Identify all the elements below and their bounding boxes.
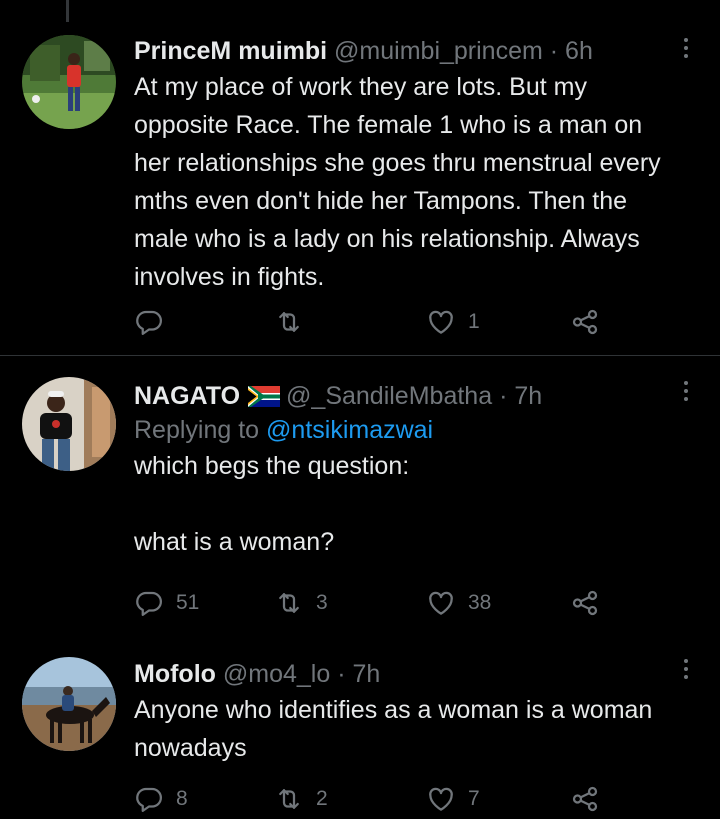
user-handle[interactable]: @mo4_lo <box>223 660 330 688</box>
action-bar: 8 2 7 <box>134 779 614 819</box>
replying-to: Replying to @ntsikimazwai <box>134 413 680 447</box>
tweet-text: Anyone who identifies as a woman is a wo… <box>134 696 660 762</box>
heart-icon <box>429 310 453 334</box>
retweet-count: 3 <box>316 591 328 614</box>
heart-icon <box>429 591 453 615</box>
separator-dot: · <box>499 382 508 410</box>
retweet-button[interactable] <box>274 302 316 342</box>
timestamp[interactable]: 7h <box>352 660 380 688</box>
tweet-text: which begs the question: what is a woman… <box>134 452 410 556</box>
retweet-button[interactable]: 2 <box>274 779 328 819</box>
reply-button[interactable]: 8 <box>134 779 188 819</box>
more-options-icon[interactable] <box>682 38 690 60</box>
share-button[interactable] <box>570 302 600 342</box>
tweet[interactable]: NAGATO @_SandileMbatha · 7h Replying to … <box>0 357 720 645</box>
action-bar: 1 <box>134 302 614 342</box>
replying-to-label: Replying to <box>134 416 260 444</box>
reply-button[interactable]: 51 <box>134 583 199 623</box>
share-button[interactable] <box>570 779 600 819</box>
timestamp[interactable]: 7h <box>514 382 542 410</box>
tweet[interactable]: PrinceM muimbi @muimbi_princem · 6h At m… <box>0 0 720 356</box>
retweet-icon <box>279 593 299 613</box>
share-icon <box>572 590 598 616</box>
like-button[interactable]: 7 <box>426 779 480 819</box>
separator-dot: · <box>549 37 559 65</box>
retweet-button[interactable]: 3 <box>274 583 328 623</box>
reply-button[interactable] <box>134 302 176 342</box>
reply-icon <box>136 591 162 616</box>
display-name[interactable]: PrinceM muimbi <box>134 37 327 65</box>
reply-count: 51 <box>176 591 200 614</box>
heart-icon <box>429 787 453 811</box>
reply-icon <box>136 310 162 335</box>
separator-dot: · <box>337 660 346 688</box>
south-africa-flag-icon <box>248 386 281 407</box>
like-button[interactable]: 38 <box>426 583 491 623</box>
avatar[interactable] <box>22 657 116 751</box>
share-icon <box>572 309 598 335</box>
like-count: 38 <box>468 591 492 614</box>
reply-count: 8 <box>176 787 188 810</box>
tweet-header: Mofolo @mo4_lo · 7h <box>134 657 680 691</box>
share-button[interactable] <box>570 583 600 623</box>
user-handle[interactable]: @_SandileMbatha <box>286 382 492 410</box>
display-name[interactable]: Mofolo <box>134 660 216 688</box>
user-handle[interactable]: @muimbi_princem <box>334 37 543 65</box>
retweet-icon <box>279 312 299 332</box>
retweet-icon <box>279 789 299 809</box>
retweet-count: 2 <box>316 787 328 810</box>
reply-icon <box>136 787 162 812</box>
tweet[interactable]: Mofolo @mo4_lo · 7h Anyone who identifie… <box>0 645 720 819</box>
tweet-text: At my place of work they are lots. But m… <box>134 73 668 291</box>
avatar[interactable] <box>22 377 116 471</box>
timestamp[interactable]: 6h <box>565 37 593 65</box>
like-count: 1 <box>468 310 480 333</box>
tweet-header: PrinceM muimbi @muimbi_princem · 6h <box>134 34 680 68</box>
like-count: 7 <box>468 787 480 810</box>
display-name[interactable]: NAGATO <box>134 382 240 410</box>
tweet-header: NAGATO @_SandileMbatha · 7h <box>134 379 680 413</box>
avatar[interactable] <box>22 35 116 129</box>
action-bar: 51 3 38 <box>134 583 614 623</box>
more-options-icon[interactable] <box>682 381 690 403</box>
like-button[interactable]: 1 <box>426 302 480 342</box>
more-options-icon[interactable] <box>682 659 690 681</box>
replying-to-mention[interactable]: @ntsikimazwai <box>266 416 433 444</box>
share-icon <box>572 786 598 812</box>
